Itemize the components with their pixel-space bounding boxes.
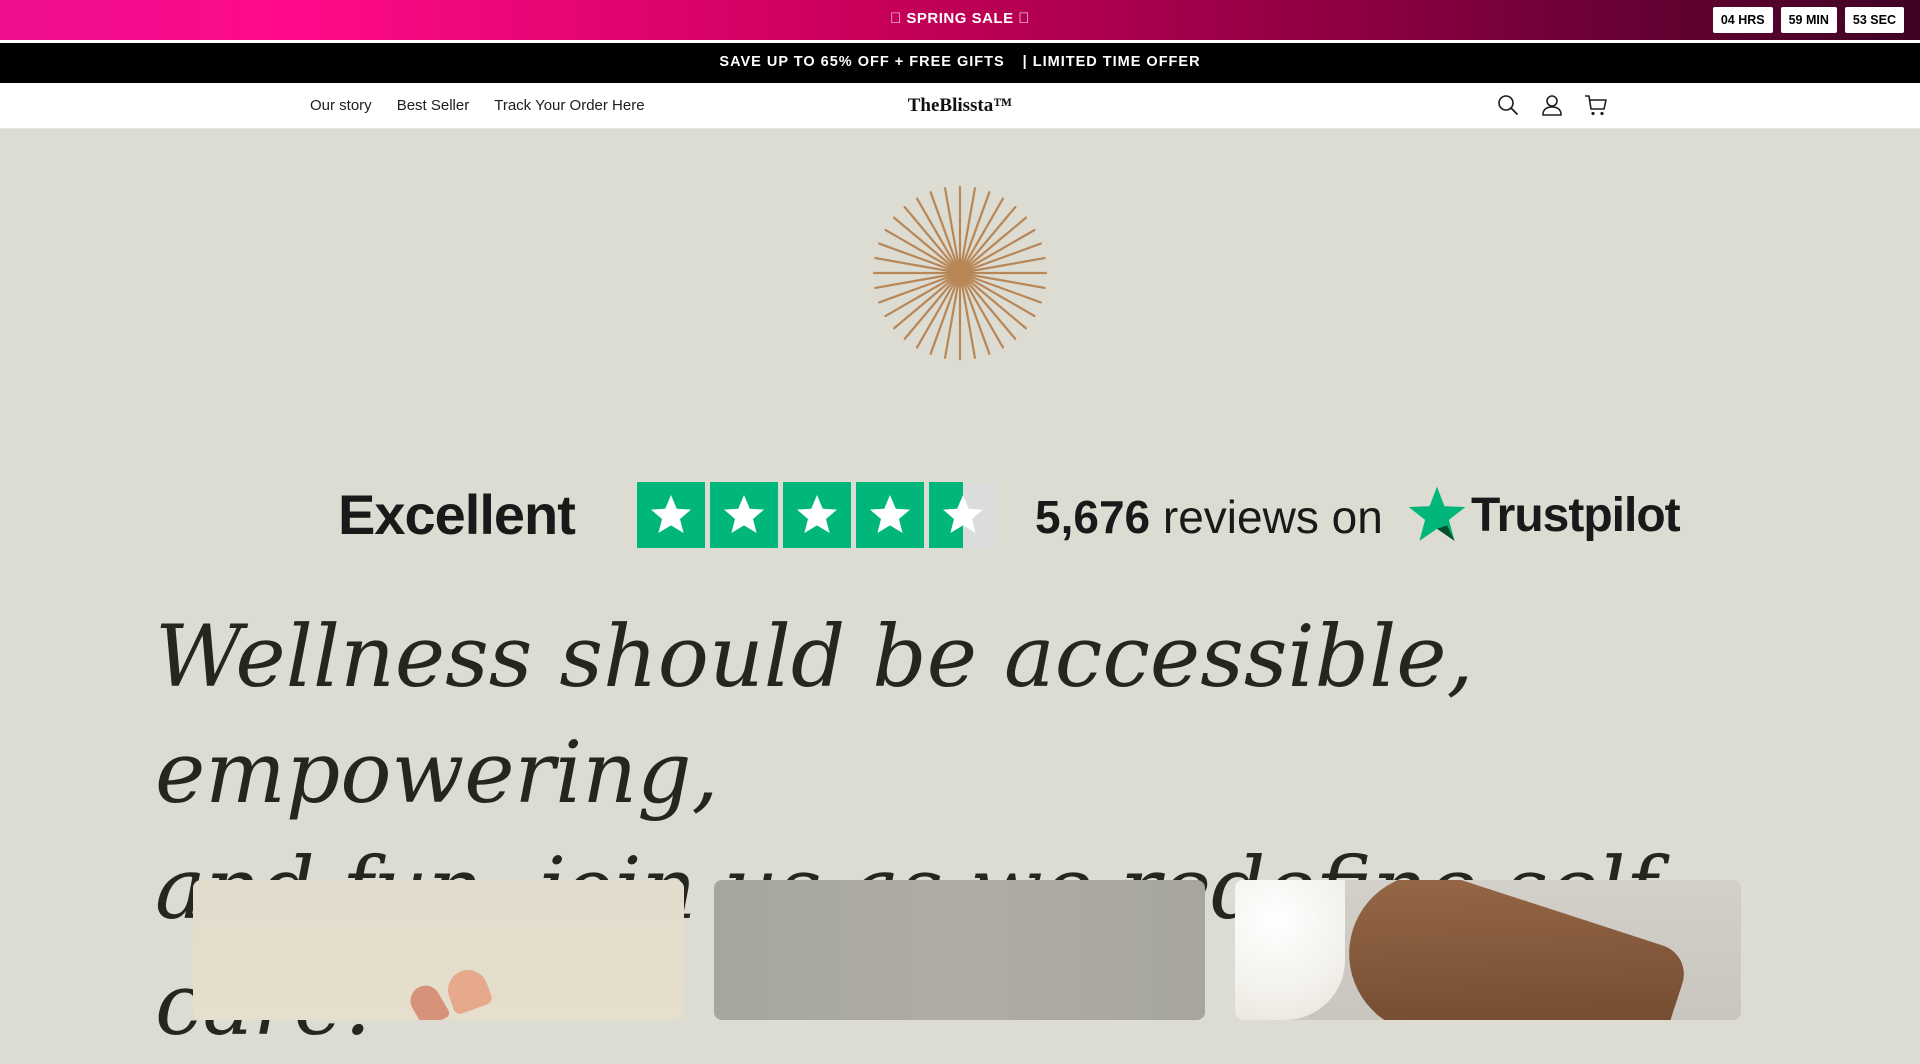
headline-line-1: Wellness should be accessible, empowerin… [155,608,1474,823]
cart-icon[interactable] [1583,92,1609,118]
half-star-icon [929,482,997,548]
feature-card-2[interactable] [714,880,1205,1020]
timer-hours: 04 HRS [1712,7,1773,33]
header-icons [1495,92,1609,118]
rating-stars [637,482,997,548]
star-icon [856,482,924,548]
card-image-towel [1235,880,1345,1020]
star-icon [637,482,705,548]
star-icon [783,482,851,548]
starburst-center [954,267,966,279]
account-icon[interactable] [1539,92,1565,118]
promo-banner: SAVE UP TO 65% OFF + FREE GIFTS | LIMITED… [0,43,1920,83]
review-count: 5,676 [1035,491,1151,543]
card-image-hand [442,964,494,1016]
site-logo[interactable]: TheBlissta™ [0,83,1920,128]
star-icon [710,482,778,548]
sale-title:   SPRING SALE   [0,0,1920,40]
search-icon[interactable] [1495,92,1521,118]
feature-card-3[interactable] [1235,880,1741,1020]
timer-seconds: 53 SEC [1844,7,1904,33]
countdown-timer: 04 HRS 59 MIN 53 SEC [1712,7,1904,33]
sale-title-text:   SPRING SALE   [889,10,1031,27]
trustpilot-star-icon [1408,486,1466,541]
review-count-text: 5,676 reviews on [1035,480,1383,550]
review-suffix: reviews on [1162,491,1383,543]
rating-word: Excellent [338,483,576,546]
sale-banner:   SPRING SALE   04 HRS 59 MIN 53 SEC [0,0,1920,40]
timer-minutes: 59 MIN [1780,7,1837,33]
trustpilot-wordmark: Trustpilot [1471,488,1681,542]
feature-card-1[interactable] [193,880,684,1020]
site-header: Our story Best Seller Track Your Order H… [0,83,1920,129]
trustpilot-logo: Trustpilot [1405,480,1681,550]
promo-text: SAVE UP TO 65% OFF + FREE GIFTS [719,54,1005,70]
trustpilot-rating[interactable]: Excellent 5,676 reviews on Trustpilot [338,480,1681,550]
card-image-hand [405,980,451,1020]
starburst-logo-icon [872,185,1048,361]
promo-text-secondary: | LIMITED TIME OFFER [1022,54,1201,70]
card-image-arm [1328,880,1692,1020]
